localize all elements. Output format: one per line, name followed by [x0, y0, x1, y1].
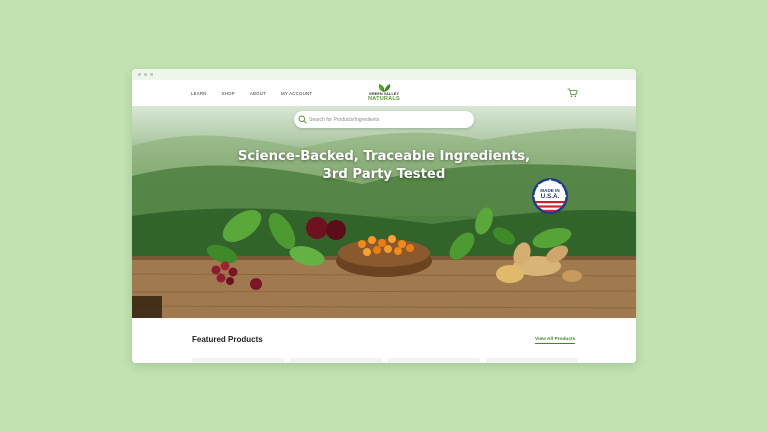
product-card[interactable]	[388, 358, 480, 363]
nav-links: LEARN SHOP ABOUT MY ACCOUNT	[191, 80, 312, 106]
featured-products-title: Featured Products	[192, 335, 263, 344]
nav-link-learn[interactable]: LEARN	[191, 91, 207, 96]
nav-link-about[interactable]: ABOUT	[250, 91, 266, 96]
search-input[interactable]: Search for Products/Ingredients	[309, 117, 379, 123]
browser-window: LEARN SHOP ABOUT MY ACCOUNT GREEN VALLEY…	[132, 69, 636, 363]
window-dot	[138, 73, 141, 76]
window-dot	[144, 73, 147, 76]
featured-products-section: Featured Products View All Products	[132, 318, 636, 363]
top-navigation: LEARN SHOP ABOUT MY ACCOUNT GREEN VALLEY…	[132, 80, 636, 106]
window-dot	[150, 73, 153, 76]
hero-headline-line1: Science-Backed, Traceable Ingredients,	[237, 149, 531, 164]
cart-icon[interactable]	[567, 88, 578, 98]
search-bar[interactable]: Search for Products/Ingredients	[294, 111, 474, 128]
nav-link-shop[interactable]: SHOP	[222, 91, 235, 96]
logo-text-bottom: NATURALS	[368, 96, 400, 102]
product-card[interactable]	[192, 358, 284, 363]
hero-banner: Search for Products/Ingredients Science-…	[132, 106, 636, 318]
nav-link-my-account[interactable]: MY ACCOUNT	[281, 91, 312, 96]
brand-logo[interactable]: GREEN VALLEY NATURALS	[364, 83, 404, 103]
product-cards	[192, 358, 578, 363]
product-card[interactable]	[290, 358, 382, 363]
product-card[interactable]	[486, 358, 578, 363]
badge-text-bottom: U.S.A.	[540, 193, 560, 200]
product-tag-graphic	[132, 296, 162, 318]
leaf-logo-icon	[378, 84, 391, 92]
window-chrome	[132, 69, 636, 80]
view-all-products-link[interactable]: View All Products	[535, 337, 576, 344]
search-icon[interactable]	[298, 115, 307, 124]
made-in-usa-badge: MADE IN U.S.A.	[531, 177, 569, 215]
